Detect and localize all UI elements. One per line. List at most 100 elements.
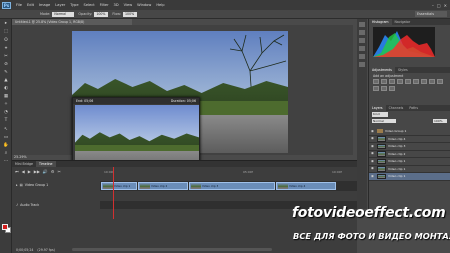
history-brush-tool-icon[interactable]: ◐: [2, 85, 10, 92]
crop-tool-icon[interactable]: ✂: [2, 53, 10, 60]
video-clip[interactable]: Video clip 3: [189, 182, 275, 190]
playhead[interactable]: [113, 167, 114, 219]
video-clip[interactable]: Video clip 4: [276, 182, 336, 190]
curves-icon[interactable]: [389, 79, 395, 84]
play-icon[interactable]: ▶: [28, 169, 31, 174]
gradient-tool-icon[interactable]: ✧: [2, 102, 10, 109]
eye-icon[interactable]: ◉: [371, 174, 375, 178]
menu-layer[interactable]: Layer: [55, 3, 65, 7]
video-clip[interactable]: Video clip 2: [138, 182, 188, 190]
foreground-color-swatch[interactable]: [2, 224, 8, 230]
layer-row[interactable]: ◉ Video Group 1: [369, 128, 450, 136]
document-tab[interactable]: Untitled-1 @ 25.8% (Video Group 1, RGB/8…: [12, 19, 132, 25]
menu-help[interactable]: Help: [156, 3, 164, 7]
brightness-icon[interactable]: [373, 79, 379, 84]
settings-icon[interactable]: ⚙: [51, 169, 55, 174]
layer-row-selected[interactable]: ◉ Video clip 1: [369, 173, 450, 181]
eraser-tool-icon[interactable]: ▦: [2, 93, 10, 100]
invert-icon[interactable]: [381, 86, 387, 91]
panel-icon[interactable]: [359, 22, 365, 27]
photo-filter-icon[interactable]: [437, 79, 443, 84]
move-tool-icon[interactable]: ▸: [2, 21, 10, 28]
tab-channels[interactable]: Channels: [386, 106, 407, 110]
tab-paths[interactable]: Paths: [406, 106, 421, 110]
eye-icon[interactable]: ◉: [371, 159, 375, 163]
eye-icon[interactable]: ◉: [371, 152, 375, 155]
menu-window[interactable]: Window: [137, 3, 151, 7]
exposure-icon[interactable]: [397, 79, 403, 84]
marquee-tool-icon[interactable]: ⬚: [2, 29, 10, 36]
quick-select-tool-icon[interactable]: ⌖: [2, 45, 10, 52]
next-frame-icon[interactable]: ▶▶: [34, 169, 40, 174]
adjustment-icons: [369, 79, 450, 91]
video-clip[interactable]: Video clip 1: [101, 182, 137, 190]
bw-icon[interactable]: [429, 79, 435, 84]
menu-image[interactable]: Image: [39, 3, 50, 7]
channel-mixer-icon[interactable]: [373, 86, 379, 91]
tab-styles[interactable]: Styles: [395, 68, 411, 72]
zoom-level[interactable]: 25.29%: [14, 155, 27, 159]
hand-tool-icon[interactable]: ✋: [2, 142, 10, 149]
tab-layers[interactable]: Layers: [369, 105, 386, 111]
posterize-icon[interactable]: [389, 86, 395, 91]
time-ruler[interactable]: 10:00f 05:00f 10:00f: [100, 167, 357, 175]
panel-icon[interactable]: [359, 54, 365, 59]
vibrance-icon[interactable]: [405, 79, 411, 84]
path-select-tool-icon[interactable]: ↖: [2, 126, 10, 133]
hue-icon[interactable]: [413, 79, 419, 84]
layer-row[interactable]: ◉ Video clip 1: [369, 158, 450, 166]
tab-navigator[interactable]: Navigator: [392, 20, 414, 24]
eye-icon[interactable]: ◉: [371, 137, 375, 140]
audio-track-header[interactable]: ♪ Audio Track: [16, 203, 39, 207]
zoom-tool-icon[interactable]: ⌕: [2, 150, 10, 157]
menu-edit[interactable]: Edit: [27, 3, 34, 7]
lasso-tool-icon[interactable]: ʘ: [2, 37, 10, 44]
tab-histogram[interactable]: Histogram: [369, 19, 392, 25]
expand-arrow-icon[interactable]: ▸: [16, 183, 18, 187]
eye-icon[interactable]: ◉: [371, 129, 375, 133]
menu-select[interactable]: Select: [84, 3, 95, 7]
tab-adjustments[interactable]: Adjustments: [369, 67, 395, 73]
color-balance-icon[interactable]: [421, 79, 427, 84]
menu-type[interactable]: Type: [70, 3, 78, 7]
panel-icon[interactable]: [359, 46, 365, 51]
blend-mode-dropdown[interactable]: Normal: [372, 118, 396, 123]
menu-filter[interactable]: Filter: [100, 3, 109, 7]
shape-tool-icon[interactable]: ▭: [2, 134, 10, 141]
eyedropper-tool-icon[interactable]: ⊘: [2, 61, 10, 68]
layer-name: Video Group 1: [385, 129, 407, 134]
menu-file[interactable]: File: [16, 3, 22, 7]
close-button[interactable]: ✕: [444, 3, 447, 8]
kind-filter-dropdown[interactable]: Kind: [372, 112, 388, 117]
levels-icon[interactable]: [381, 79, 387, 84]
opacity-field[interactable]: 100%: [94, 11, 109, 17]
layer-row[interactable]: ◉ Video clip 3: [369, 143, 450, 151]
menu-view[interactable]: View: [124, 3, 133, 7]
previous-frame-icon[interactable]: ◀: [22, 169, 25, 174]
more-tools-icon[interactable]: ⋯: [2, 158, 10, 165]
video-track-row[interactable]: Video clip 1 Video clip 2 Video clip 3 V…: [100, 181, 357, 191]
menu-3d[interactable]: 3D: [114, 3, 119, 7]
layer-row[interactable]: ◉ Video clip 4: [369, 136, 450, 143]
maximize-button[interactable]: □: [437, 3, 441, 8]
split-icon[interactable]: ✂: [58, 169, 61, 174]
layer-row[interactable]: ◉ Video clip 2: [369, 151, 450, 158]
mode-dropdown[interactable]: Normal: [52, 11, 75, 17]
panel-icon[interactable]: [359, 30, 365, 35]
layer-row[interactable]: ◉ Video clip 1: [369, 166, 450, 173]
dodge-tool-icon[interactable]: ◔: [2, 110, 10, 117]
go-to-first-frame-icon[interactable]: ⏮: [15, 169, 19, 174]
workspace-dropdown[interactable]: Essentials: [415, 11, 447, 17]
layer-opacity-field[interactable]: 100%: [433, 118, 447, 123]
video-track-header[interactable]: ▸ ▤ Video Group 1: [16, 183, 48, 187]
eye-icon[interactable]: ◉: [371, 144, 375, 148]
flow-field[interactable]: 100%: [123, 11, 138, 17]
type-tool-icon[interactable]: T: [2, 118, 10, 125]
minimize-button[interactable]: –: [432, 3, 434, 8]
panel-icon[interactable]: [359, 62, 365, 67]
panel-icon[interactable]: [359, 38, 365, 43]
audio-icon[interactable]: 🔊: [43, 169, 48, 174]
brush-tool-icon[interactable]: ✎: [2, 69, 10, 76]
eye-icon[interactable]: ◉: [371, 167, 375, 170]
stamp-tool-icon[interactable]: ▲: [2, 77, 10, 84]
